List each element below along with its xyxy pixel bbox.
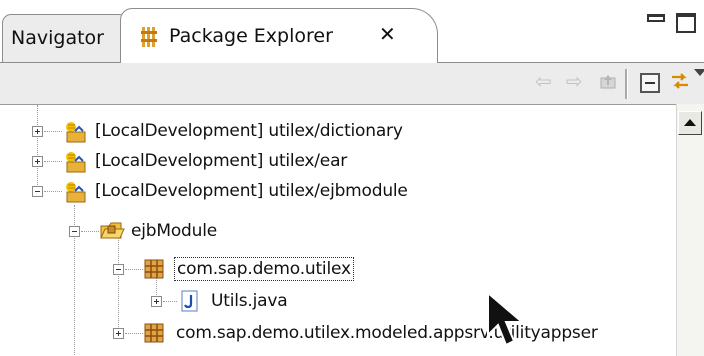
- tree-connector: [81, 231, 99, 232]
- package-icon: [144, 259, 164, 279]
- toolbar-separator: [625, 69, 628, 99]
- maximize-icon[interactable]: [676, 13, 696, 33]
- expand-icon[interactable]: [113, 328, 124, 339]
- tree-item-package-utilex[interactable]: com.sap.demo.utilex: [0, 255, 676, 285]
- dc-project-icon: [66, 152, 86, 173]
- package-icon: [144, 323, 164, 343]
- forward-arrow-icon[interactable]: ⇨: [566, 69, 583, 93]
- collapse-icon[interactable]: [69, 226, 80, 237]
- tab-package-explorer[interactable]: Package Explorer ✕: [120, 8, 438, 63]
- collapse-icon[interactable]: [32, 186, 43, 197]
- tree-item-utils-java[interactable]: Utils.java: [0, 287, 676, 317]
- close-icon[interactable]: ✕: [379, 22, 396, 46]
- tree-item-label: [LocalDevelopment] utilex/ejbmodule: [95, 181, 408, 201]
- vertical-scrollbar[interactable]: [676, 104, 704, 356]
- expand-icon[interactable]: [32, 126, 43, 137]
- tree-connector: [44, 131, 62, 132]
- link-with-editor-icon[interactable]: [669, 70, 691, 92]
- tab-navigator-label: Navigator: [11, 27, 104, 49]
- minimize-icon[interactable]: [647, 14, 665, 22]
- tree-item-label: com.sap.demo.utilex: [174, 257, 354, 281]
- tab-navigator[interactable]: Navigator: [2, 14, 128, 62]
- view-toolbar: ⇦ ⇨: [0, 62, 704, 104]
- tree-connector: [163, 301, 177, 302]
- expand-icon[interactable]: [151, 296, 162, 307]
- collapse-icon[interactable]: [113, 264, 124, 275]
- package-explorer-icon: [141, 27, 157, 47]
- collapse-all-icon[interactable]: [640, 73, 660, 93]
- tree-connector: [125, 333, 143, 334]
- dc-project-icon: [66, 182, 86, 203]
- tree-item-label: com.sap.demo.utilex.modeled.appsrv.utili…: [176, 323, 598, 343]
- tree-item-ear[interactable]: [LocalDevelopment] utilex/ear: [0, 147, 676, 177]
- tree-connector: [44, 161, 62, 162]
- tree-item-package-modeled[interactable]: com.sap.demo.utilex.modeled.appsrv.utili…: [0, 319, 676, 349]
- mouse-pointer-icon: [487, 291, 525, 347]
- up-folder-icon[interactable]: [600, 73, 616, 89]
- tree-item-label: Utils.java: [211, 291, 288, 311]
- source-folder-icon: [100, 222, 125, 239]
- java-file-icon: [181, 290, 198, 312]
- tree-item-label: [LocalDevelopment] utilex/ear: [95, 151, 348, 171]
- expand-icon[interactable]: [32, 156, 43, 167]
- tab-package-explorer-label: Package Explorer: [169, 25, 333, 47]
- tree-item-label: [LocalDevelopment] utilex/dictionary: [95, 121, 403, 141]
- view-tab-bar: Navigator Package Explorer ✕: [0, 0, 704, 63]
- tree-connector: [44, 191, 62, 192]
- package-explorer-view: Navigator Package Explorer ✕ ⇦ ⇨ [LocalD…: [0, 0, 704, 356]
- dc-project-icon: [66, 122, 86, 143]
- tree-item-ejbmodule-folder[interactable]: ejbModule: [0, 217, 676, 247]
- view-menu-icon[interactable]: [694, 69, 704, 76]
- back-arrow-icon[interactable]: ⇦: [535, 69, 552, 93]
- tree-connector: [125, 269, 143, 270]
- tree-item-label: ejbModule: [131, 221, 217, 241]
- tree-item-dictionary[interactable]: [LocalDevelopment] utilex/dictionary: [0, 117, 676, 147]
- scroll-up-button[interactable]: [678, 111, 702, 135]
- tree-item-ejbmodule[interactable]: [LocalDevelopment] utilex/ejbmodule: [0, 177, 676, 207]
- project-tree: [LocalDevelopment] utilex/dictionary [Lo…: [0, 104, 704, 356]
